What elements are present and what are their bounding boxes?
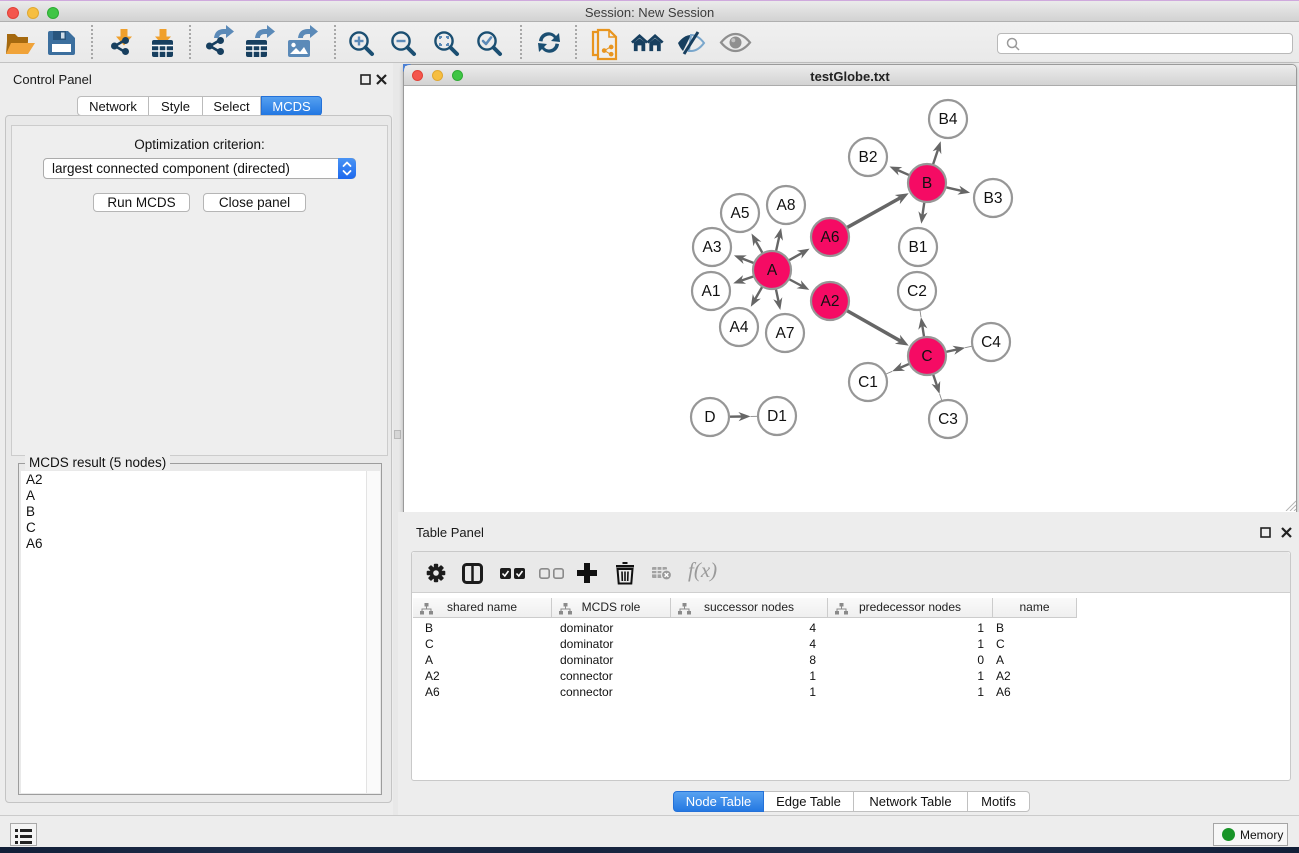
svg-text:C1: C1 [858,374,878,391]
svg-text:A6: A6 [821,229,840,246]
svg-text:B3: B3 [984,190,1003,207]
svg-text:A3: A3 [703,239,722,256]
svg-text:A8: A8 [777,197,796,214]
svg-text:C: C [921,348,932,365]
svg-text:A1: A1 [702,283,721,300]
svg-text:B1: B1 [909,239,928,256]
svg-text:A2: A2 [821,293,840,310]
svg-text:C4: C4 [981,334,1001,351]
svg-text:D1: D1 [767,408,787,425]
svg-text:A5: A5 [731,205,750,222]
svg-text:C2: C2 [907,283,927,300]
svg-text:A: A [767,262,778,279]
svg-text:A7: A7 [776,325,795,342]
svg-text:B2: B2 [859,149,878,166]
svg-text:A4: A4 [730,319,749,336]
svg-text:B4: B4 [939,111,958,128]
svg-text:C3: C3 [938,411,958,428]
svg-text:B: B [922,175,932,192]
svg-text:D: D [704,409,715,426]
